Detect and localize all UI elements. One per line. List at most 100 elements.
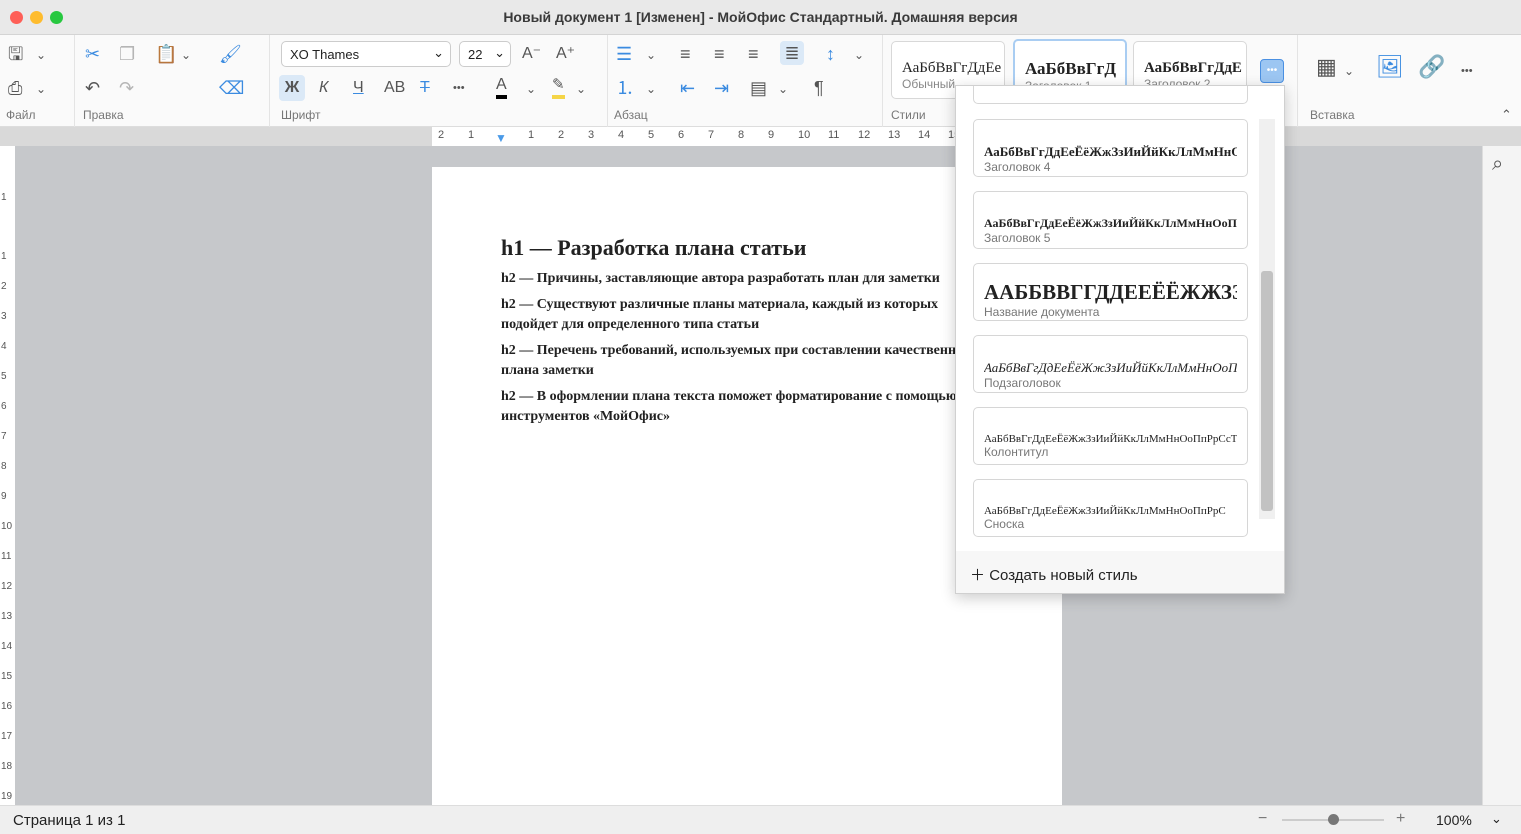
redo-icon[interactable]: ↷ xyxy=(119,78,134,98)
chevron-down-icon: ⌄ xyxy=(494,45,505,60)
style-name: Колонтитул xyxy=(984,445,1049,459)
align-justify-icon[interactable]: ≣ xyxy=(780,41,804,65)
ruler-tick-label: 15 xyxy=(1,671,13,682)
style-item-subtitle[interactable]: АаБбВвГгДдЕеЁёЖжЗзИиЙйКкЛлМмНнОоПп Подзаг… xyxy=(973,335,1248,393)
zoom-level[interactable]: 100% xyxy=(1436,812,1472,828)
clear-formatting-eraser-icon[interactable]: ⌫ xyxy=(219,78,244,98)
save-icon[interactable]: 🖫 xyxy=(8,44,23,64)
print-icon[interactable]: ⎙ xyxy=(8,78,22,98)
style-sample: АаБбВвГгДдЕеЁёЖжЗзИиЙйКкЛлМмНнОоПпРрС xyxy=(984,505,1226,517)
font-size-value: 22 xyxy=(468,47,483,62)
copy-icon[interactable]: ❐ xyxy=(119,44,135,64)
ruler-tick-label: 4 xyxy=(1,341,7,352)
more-insert-options-icon[interactable]: ••• xyxy=(1461,61,1473,81)
indent-marker[interactable]: ▼ xyxy=(495,131,507,145)
zoom-slider-thumb[interactable] xyxy=(1328,814,1339,825)
ruler-tick-label: 8 xyxy=(1,461,7,472)
ruler-tick-label: 17 xyxy=(1,731,13,742)
italic-button[interactable]: К xyxy=(319,78,328,98)
increase-font-size-icon[interactable]: A⁺ xyxy=(556,44,575,64)
insert-table-icon[interactable]: ▦ xyxy=(1316,56,1337,78)
styles-dropdown: АаБбВвГгДдЕеЁёЖжЗзИиЙйКкЛлМмНнОо Заголово… xyxy=(955,85,1285,594)
ruler-tick-label: 10 xyxy=(1,521,13,532)
more-font-options-button[interactable]: ••• xyxy=(453,78,465,98)
format-painter-icon[interactable]: 🖌 xyxy=(219,44,242,64)
save-dropdown-chevron-icon[interactable]: ⌄ xyxy=(36,45,46,65)
style-sample: АаБбВвГгДдЕ xyxy=(1144,60,1242,76)
insert-image-icon[interactable]: 🖼 xyxy=(1376,56,1404,78)
heading-2-paragraph: h2 — Перечень требований, используемых п… xyxy=(501,343,971,378)
numbered-list-chevron-icon[interactable]: ⌄ xyxy=(646,79,656,99)
ruler-tick-label: 2 xyxy=(438,129,445,141)
undo-icon[interactable]: ↶ xyxy=(85,78,100,98)
styles-scrollbar[interactable] xyxy=(1259,119,1275,519)
style-sample: АаБбВвГгДдЕеЁёЖжЗзИиЙйКкЛлМмНнОоПп xyxy=(984,216,1237,230)
ruler-tick-label: 14 xyxy=(1,641,13,652)
font-name-value: XO Thames xyxy=(290,47,360,62)
bold-button[interactable]: Ж xyxy=(279,75,305,101)
line-spacing-chevron-icon[interactable]: ⌄ xyxy=(854,45,864,65)
chevron-down-icon: ⌄ xyxy=(433,45,444,60)
align-left-icon[interactable]: ≡ xyxy=(680,44,691,64)
align-center-icon[interactable]: ≡ xyxy=(714,44,725,64)
ruler-tick-label: 1 xyxy=(468,129,475,141)
bullet-list-icon[interactable]: ☰ xyxy=(616,44,632,64)
style-name: Подзаголовок xyxy=(984,376,1061,390)
font-name-select[interactable]: XO Thames ⌄ xyxy=(281,41,451,67)
cut-icon[interactable]: ✂ xyxy=(85,44,100,64)
font-size-select[interactable]: 22 ⌄ xyxy=(459,41,511,67)
style-name: Название документа xyxy=(984,305,1100,319)
ruler-tick-label: 13 xyxy=(888,129,901,141)
horizontal-ruler[interactable]: 21123456789101112131415▼ xyxy=(432,127,962,146)
ruler-tick-label: 5 xyxy=(1,371,7,382)
ruler-tick-label: 6 xyxy=(1,401,7,412)
strikethrough-icon[interactable]: T xyxy=(420,78,430,98)
style-item-heading-5[interactable]: АаБбВвГгДдЕеЁёЖжЗзИиЙйКкЛлМмНнОоПп Заголо… xyxy=(973,191,1248,249)
ruler-tick-label: 1 xyxy=(1,251,7,262)
highlight-color-icon[interactable]: ✎ xyxy=(552,75,565,99)
document-body[interactable]: h1 — Разработка плана статьи h2 — Причин… xyxy=(501,235,971,433)
print-dropdown-chevron-icon[interactable]: ⌄ xyxy=(36,79,46,99)
scrollbar-thumb[interactable] xyxy=(1261,271,1273,511)
ruler-tick-label: 14 xyxy=(918,129,931,141)
borders-chevron-icon[interactable]: ⌄ xyxy=(778,79,788,99)
insert-link-icon[interactable]: 🔗 xyxy=(1418,56,1445,78)
collapse-ribbon-icon[interactable]: ⌃ xyxy=(1501,105,1512,125)
numbered-list-icon[interactable]: ⒈ xyxy=(616,78,634,98)
decrease-font-size-icon[interactable]: A⁻ xyxy=(522,44,541,64)
vertical-ruler[interactable]: 1 1 2 3 4 5 6 7 8 9 10 11 12 13 14 15 16 17 18 19 xyxy=(0,146,15,805)
style-item-header-footer[interactable]: АаБбВвГгДдЕеЁёЖжЗзИиЙйКкЛлМмНнОоПпРрСсТт… xyxy=(973,407,1248,465)
title-bar: Новый документ 1 [Изменен] - МойОфис Ста… xyxy=(0,0,1521,35)
zoom-in-icon[interactable]: + xyxy=(1396,810,1405,828)
caps-button[interactable]: АВ xyxy=(384,78,405,98)
decrease-indent-icon[interactable]: ⇤ xyxy=(680,78,695,98)
style-item-footnote[interactable]: АаБбВвГгДдЕеЁёЖжЗзИиЙйКкЛлМмНнОоПпРрС Сно… xyxy=(973,479,1248,537)
font-color-icon[interactable]: A xyxy=(496,75,507,99)
style-item-partial[interactable] xyxy=(973,86,1248,104)
paste-dropdown-chevron-icon[interactable]: ⌄ xyxy=(181,45,191,65)
create-new-style-button[interactable]: ＋ Создать новый стиль xyxy=(956,551,1284,593)
paragraph-borders-icon[interactable]: ▤ xyxy=(750,78,767,98)
ruler-tick-label: 3 xyxy=(588,129,595,141)
zoom-chevron-down-icon[interactable]: ⌄ xyxy=(1491,811,1502,827)
font-color-chevron-icon[interactable]: ⌄ xyxy=(526,79,536,99)
underline-button[interactable]: Ч xyxy=(353,78,364,98)
paste-icon[interactable]: 📋 xyxy=(155,44,177,64)
right-side-panel: ⌕ xyxy=(1482,146,1521,805)
search-icon[interactable]: ⌕ xyxy=(1492,154,1503,174)
align-right-icon[interactable]: ≡ xyxy=(748,44,759,64)
zoom-out-icon[interactable]: − xyxy=(1258,810,1267,828)
ruler-tick-label: 4 xyxy=(618,129,625,141)
style-item-heading-4[interactable]: АаБбВвГгДдЕеЁёЖжЗзИиЙйКкЛлМмНнОо Заголово… xyxy=(973,119,1248,177)
increase-indent-icon[interactable]: ⇥ xyxy=(714,78,729,98)
line-spacing-icon[interactable]: ↕ xyxy=(826,44,835,64)
bullet-list-chevron-icon[interactable]: ⌄ xyxy=(646,45,656,65)
zoom-slider[interactable] xyxy=(1282,814,1384,825)
highlight-chevron-icon[interactable]: ⌄ xyxy=(576,79,586,99)
insert-table-chevron-icon[interactable]: ⌄ xyxy=(1344,61,1354,81)
style-item-document-title[interactable]: ААББВВГГДДЕЕЁЁЖЖЗЗ Название документа xyxy=(973,263,1248,321)
more-styles-button[interactable]: ••• xyxy=(1260,59,1284,83)
ruler-tick-label: 6 xyxy=(678,129,685,141)
show-formatting-marks-icon[interactable]: ¶ xyxy=(814,78,824,98)
ruler-tick-label: 1 xyxy=(528,129,535,141)
